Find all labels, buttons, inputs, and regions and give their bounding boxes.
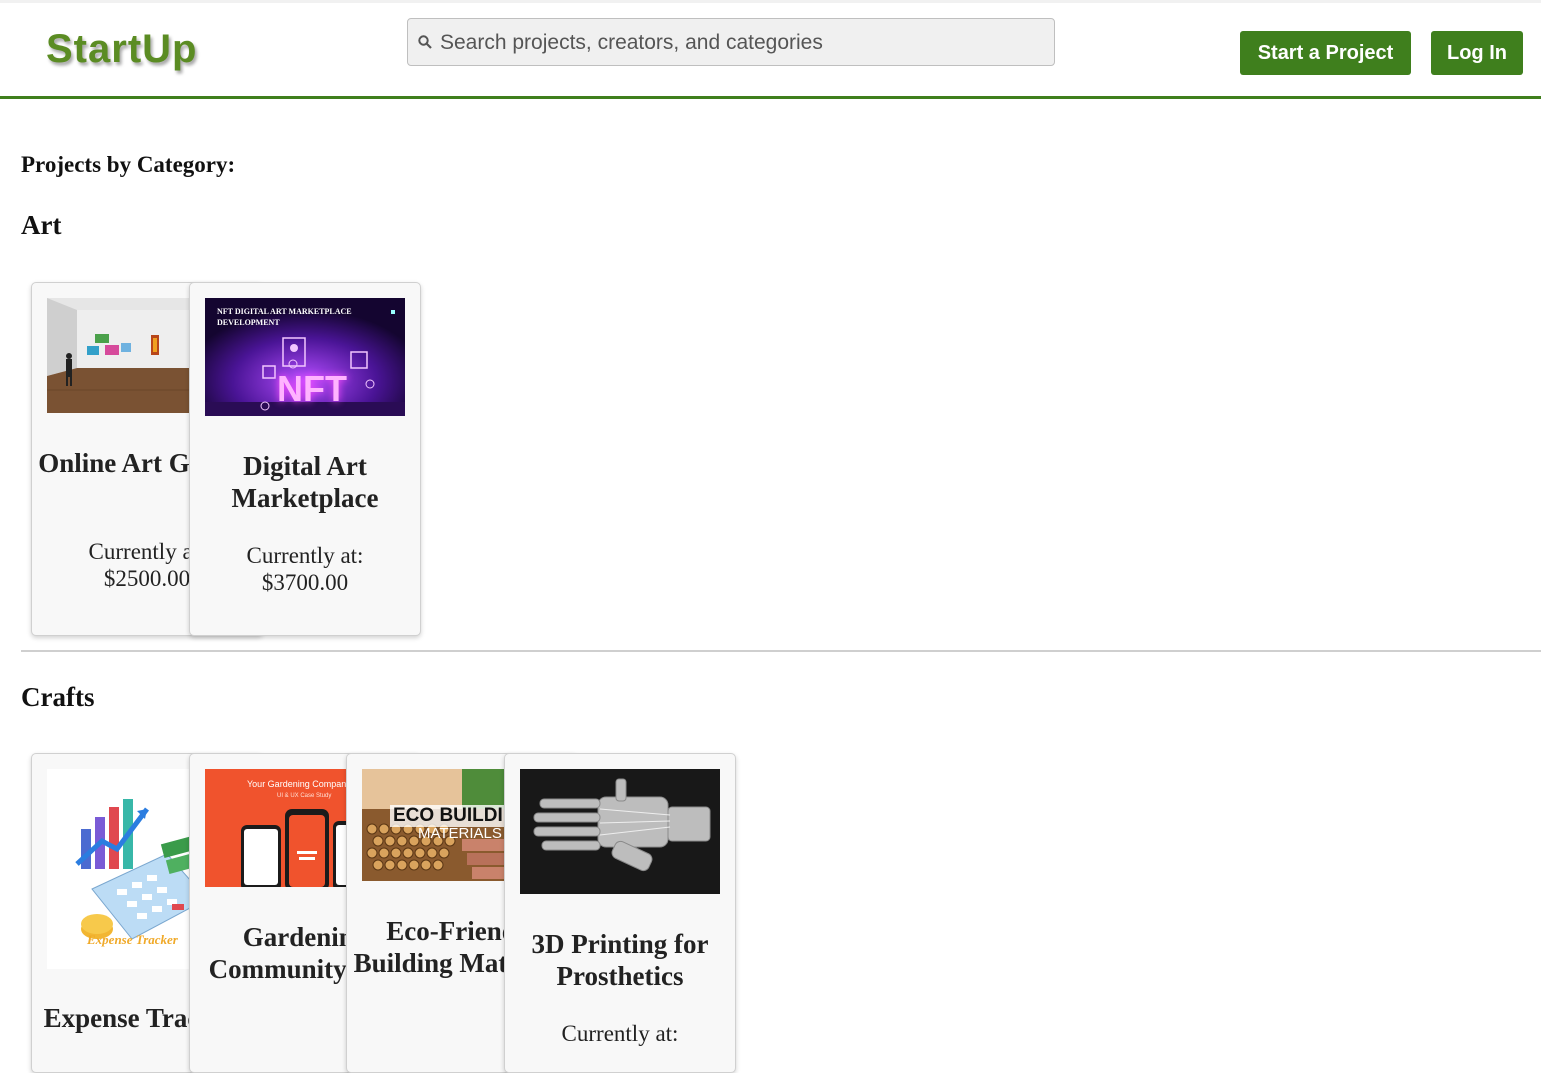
search-icon (418, 35, 432, 49)
project-card-3d-printing-prosthetics[interactable]: 3D Printing for Prosthetics Currently at… (504, 753, 736, 1073)
image-subcaption: MATERIALS (418, 825, 502, 842)
category-divider (21, 650, 1541, 652)
search-input[interactable] (438, 19, 1042, 67)
image-caption: Expense Tracker (87, 932, 178, 947)
search-box[interactable] (407, 18, 1055, 67)
project-image: NFT DIGITAL ART MARKETPLACE DEVELOPMENT … (205, 298, 405, 416)
funding-label: Currently at: (561, 1021, 679, 1046)
project-title: Digital Art Marketplace (231, 451, 379, 513)
project-card-digital-art-marketplace[interactable]: NFT DIGITAL ART MARKETPLACE DEVELOPMENT … (189, 282, 421, 636)
login-button[interactable]: Log In (1431, 31, 1523, 75)
category-title-art: Art (21, 210, 62, 240)
logo[interactable]: StartUp (46, 27, 197, 72)
category-title-crafts: Crafts (21, 682, 95, 712)
image-big-text: NFT (277, 368, 347, 409)
start-project-button[interactable]: Start a Project (1240, 31, 1411, 75)
project-title: 3D Printing for Prosthetics (531, 929, 709, 991)
image-caption: NFT DIGITAL ART MARKETPLACE DEVELOPMENT (217, 307, 352, 327)
funding-label: Currently at: (246, 543, 364, 568)
page-heading: Projects by Category: (21, 152, 236, 177)
funding-amount: $3700.00 (261, 570, 349, 595)
top-header: StartUp Start a Project Log In (0, 0, 1541, 99)
project-image (520, 769, 720, 894)
